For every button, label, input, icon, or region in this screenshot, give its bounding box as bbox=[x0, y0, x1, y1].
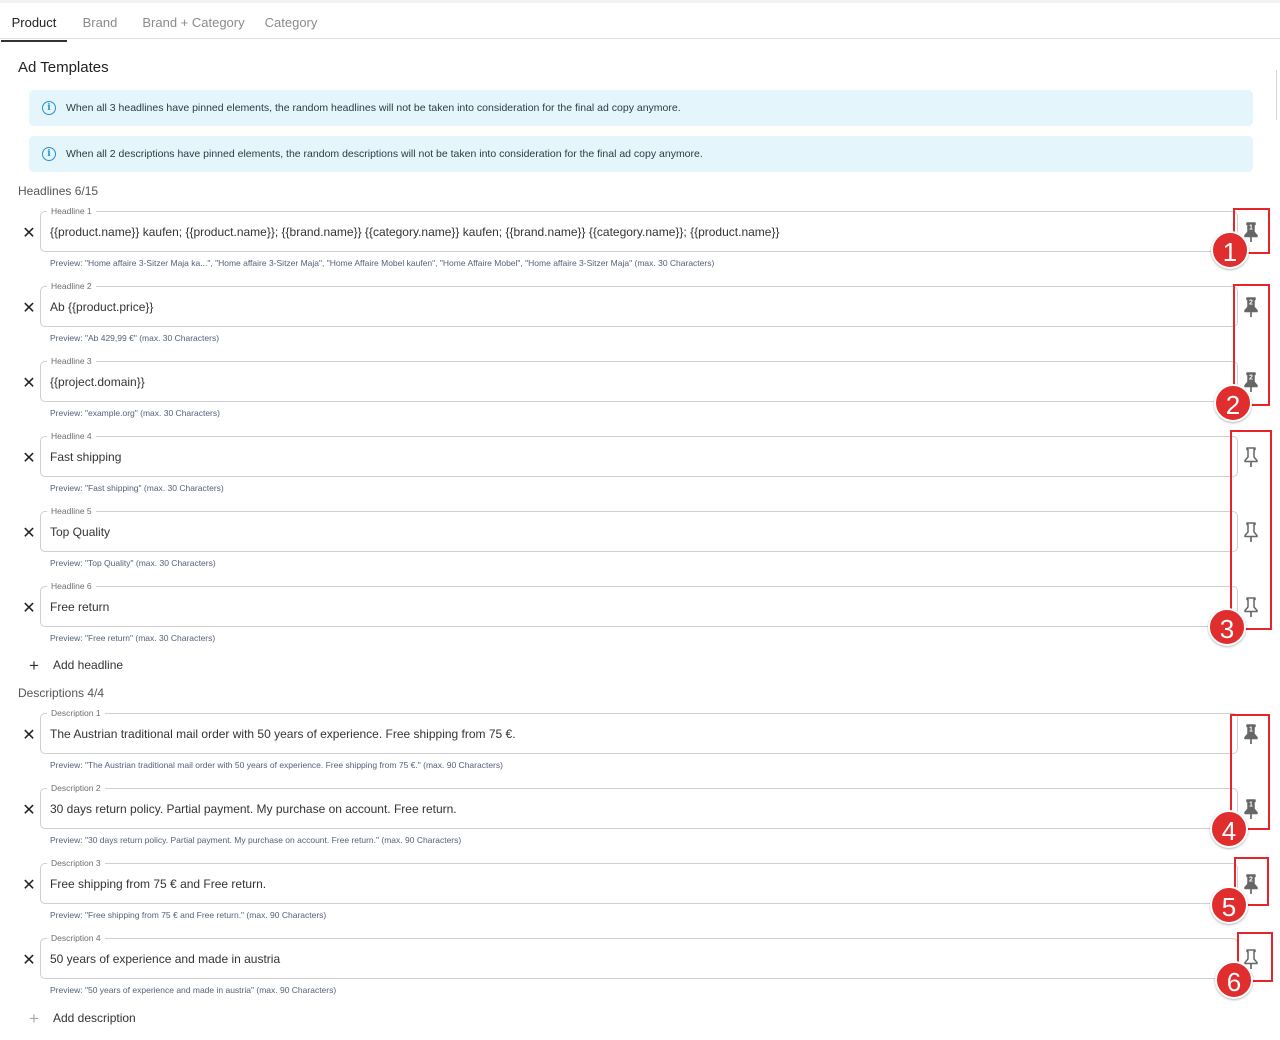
tab-brand-category[interactable]: Brand + Category bbox=[136, 6, 251, 42]
description-preview: Preview: "50 years of experience and mad… bbox=[50, 985, 337, 995]
add-description-button[interactable]: + Add description bbox=[29, 1009, 136, 1028]
headline-preview: Preview: "Fast shipping" (max. 30 Charac… bbox=[50, 483, 224, 493]
close-icon[interactable]: ✕ bbox=[21, 601, 37, 617]
tab-bar: Product Brand Brand + Category Category bbox=[0, 0, 1280, 42]
annotation-badge-5: 5 bbox=[1210, 886, 1248, 924]
headline-preview: Preview: "Top Quality" (max. 30 Characte… bbox=[50, 558, 216, 568]
page-title: Ad Templates bbox=[18, 59, 109, 76]
description-preview: Preview: "Free shipping from 75 € and Fr… bbox=[50, 910, 327, 920]
description-input[interactable]: Description 1 The Austrian traditional ma… bbox=[40, 707, 1238, 754]
headline-input[interactable]: Headline 2 Ab {{product.price}} bbox=[40, 280, 1238, 327]
close-icon[interactable]: ✕ bbox=[21, 301, 37, 317]
info-icon: i bbox=[42, 147, 56, 161]
headline-input[interactable]: Headline 5 Top Quality bbox=[40, 505, 1238, 552]
scroll-edge bbox=[1276, 70, 1280, 120]
headlines-info-banner: i When all 3 headlines have pinned eleme… bbox=[29, 90, 1253, 126]
headline-preview: Preview: "Home affaire 3-Sitzer Maja ka.… bbox=[50, 258, 715, 268]
tab-brand[interactable]: Brand bbox=[74, 6, 126, 42]
headline-value: Ab {{product.price}} bbox=[50, 300, 154, 314]
headline-preview: Preview: "example.org" (max. 30 Characte… bbox=[50, 408, 220, 418]
close-icon[interactable]: ✕ bbox=[21, 728, 37, 744]
headline-row: ✕ Headline 4 Fast shipping Preview: "Fast s… bbox=[0, 430, 1280, 506]
description-row: ✕ Description 4 50 years of experience and… bbox=[0, 932, 1280, 1008]
annotation-badge-2: 2 bbox=[1214, 384, 1252, 422]
add-headline-label: Add headline bbox=[53, 658, 124, 672]
description-input[interactable]: Description 4 50 years of experience and … bbox=[40, 932, 1238, 979]
headline-input[interactable]: Headline 3 {{project.domain}} bbox=[40, 355, 1238, 402]
descriptions-info-banner: i When all 2 descriptions have pinned el… bbox=[29, 136, 1253, 172]
add-headline-button[interactable]: + Add headline bbox=[29, 656, 124, 675]
close-icon[interactable]: ✕ bbox=[21, 953, 37, 969]
close-icon[interactable]: ✕ bbox=[21, 226, 37, 242]
annotation-badge-1: 1 bbox=[1211, 231, 1249, 269]
close-icon[interactable]: ✕ bbox=[21, 451, 37, 467]
headline-input[interactable]: Headline 4 Fast shipping bbox=[40, 430, 1238, 477]
close-icon[interactable]: ✕ bbox=[21, 803, 37, 819]
description-preview: Preview: "30 days return policy. Partial… bbox=[50, 835, 462, 845]
headline-value: Free return bbox=[50, 600, 110, 614]
plus-icon: + bbox=[29, 1009, 39, 1028]
headline-input[interactable]: Headline 6 Free return bbox=[40, 580, 1238, 627]
headline-value: {{project.domain}} bbox=[50, 375, 145, 389]
close-icon[interactable]: ✕ bbox=[21, 878, 37, 894]
description-row: ✕ Description 1 The Austrian traditional m… bbox=[0, 707, 1280, 783]
descriptions-info-text: When all 2 descriptions have pinned elem… bbox=[66, 148, 703, 160]
headline-row: ✕ Headline 2 Ab {{product.price}} Preview: … bbox=[0, 280, 1280, 356]
annotation-box-3 bbox=[1230, 430, 1272, 630]
tab-product[interactable]: Product bbox=[1, 6, 67, 42]
description-input[interactable]: Description 2 30 days return policy. Part… bbox=[40, 782, 1238, 829]
description-value: Free shipping from 75 € and Free return. bbox=[50, 877, 267, 891]
descriptions-section-title: Descriptions 4/4 bbox=[18, 686, 105, 700]
headline-row: ✕ Headline 3 {{project.domain}} Preview: "e… bbox=[0, 355, 1280, 431]
headline-preview: Preview: "Ab 429,99 €" (max. 30 Characte… bbox=[50, 333, 220, 343]
headline-input[interactable]: Headline 1 {{product.name}} kaufen; {{pro… bbox=[40, 205, 1238, 252]
description-row: ✕ Description 3 Free shipping from 75 € an… bbox=[0, 857, 1280, 933]
headline-preview: Preview: "Free return" (max. 30 Characte… bbox=[50, 633, 216, 643]
annotation-badge-6: 6 bbox=[1215, 961, 1253, 999]
headline-value: Fast shipping bbox=[50, 450, 122, 464]
close-icon[interactable]: ✕ bbox=[21, 526, 37, 542]
description-preview: Preview: "The Austrian traditional mail … bbox=[50, 760, 503, 770]
annotation-badge-4: 4 bbox=[1210, 810, 1248, 848]
add-description-label: Add description bbox=[53, 1011, 136, 1025]
headlines-info-text: When all 3 headlines have pinned element… bbox=[66, 102, 681, 114]
description-value: 30 days return policy. Partial payment. … bbox=[50, 802, 457, 816]
plus-icon: + bbox=[29, 656, 39, 675]
headline-value: Top Quality bbox=[50, 525, 111, 539]
info-icon: i bbox=[42, 101, 56, 115]
headline-row: ✕ Headline 5 Top Quality Preview: "Top Qual… bbox=[0, 505, 1280, 581]
description-value: The Austrian traditional mail order with… bbox=[50, 727, 516, 741]
description-value: 50 years of experience and made in austr… bbox=[50, 952, 281, 966]
headline-value: {{product.name}} kaufen; {{product.name}… bbox=[50, 225, 780, 239]
tab-category[interactable]: Category bbox=[258, 6, 324, 42]
close-icon[interactable]: ✕ bbox=[21, 376, 37, 392]
description-row: ✕ Description 2 30 days return policy. Par… bbox=[0, 782, 1280, 858]
headline-row: ✕ Headline 6 Free return Preview: "Free ret… bbox=[0, 580, 1280, 656]
headlines-section-title: Headlines 6/15 bbox=[18, 184, 99, 198]
description-input[interactable]: Description 3 Free shipping from 75 € and… bbox=[40, 857, 1238, 904]
headline-row: ✕ Headline 1 {{product.name}} kaufen; {{pr… bbox=[0, 205, 1280, 281]
annotation-badge-3: 3 bbox=[1208, 608, 1246, 646]
